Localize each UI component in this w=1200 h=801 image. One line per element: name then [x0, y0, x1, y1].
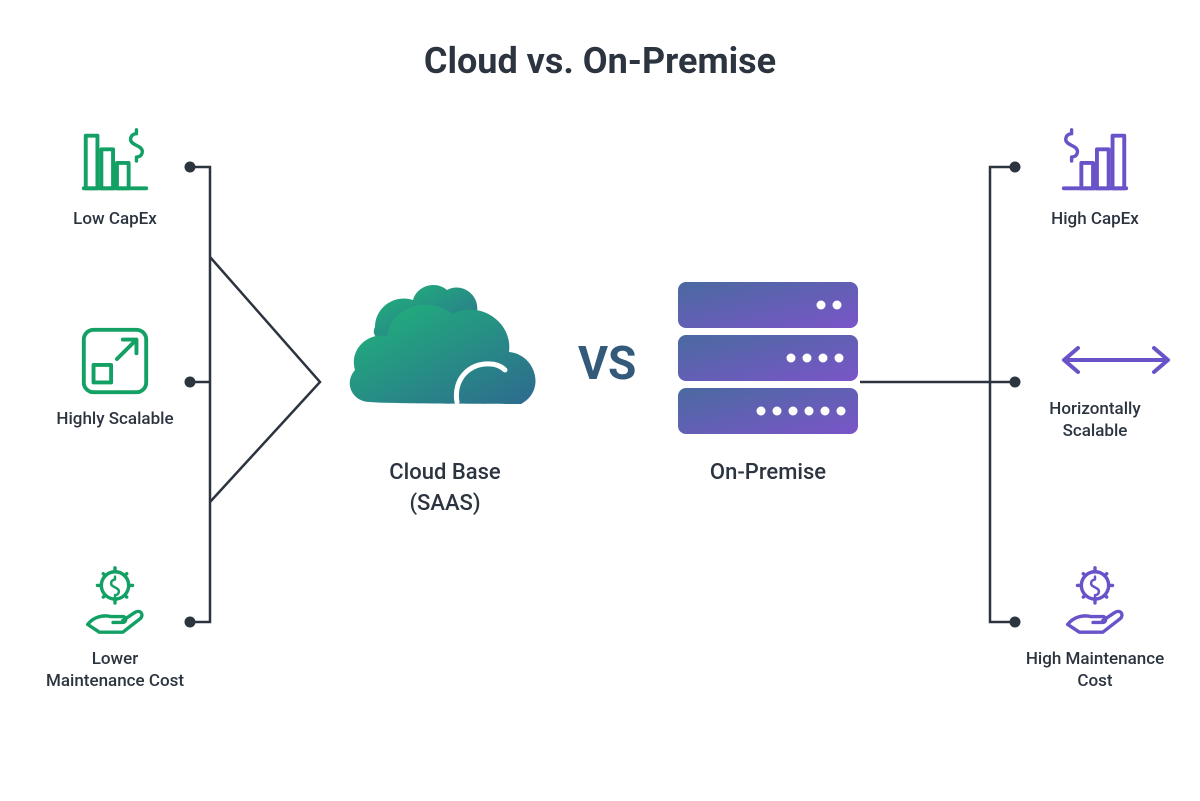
hand-gear-dollar-icon [1056, 562, 1134, 640]
expand-arrow-icon [76, 322, 154, 400]
server-stack-icon [668, 277, 868, 446]
cloud-base-item: Cloud Base (SAAS) [330, 272, 560, 520]
feature-label: Horizontally Scalable [1025, 398, 1165, 442]
hand-gear-dollar-icon [76, 562, 154, 640]
bar-chart-up-dollar-icon [1056, 122, 1134, 200]
feature-highly-scalable: Highly Scalable [45, 322, 185, 430]
bar-chart-down-dollar-icon [76, 122, 154, 200]
cloud-icon [330, 272, 560, 446]
feature-high-capex: High CapEx [1025, 122, 1165, 230]
on-premise-label: On-Premise [668, 458, 868, 489]
comparison-diagram: Low CapEx Highly Scalable [0, 82, 1200, 782]
feature-label: High Maintenance Cost [1025, 648, 1165, 692]
horizontal-arrows-icon [1056, 340, 1134, 390]
page-title: Cloud vs. On-Premise [0, 0, 1200, 82]
feature-label: Low CapEx [45, 208, 185, 230]
feature-label: Lower Maintenance Cost [45, 648, 185, 692]
cloud-base-label: Cloud Base (SAAS) [330, 458, 560, 520]
feature-horizontally-scalable: Horizontally Scalable [1025, 340, 1165, 442]
feature-lower-maintenance: Lower Maintenance Cost [45, 562, 185, 692]
on-premise-item: On-Premise [668, 277, 868, 489]
feature-low-capex: Low CapEx [45, 122, 185, 230]
vs-label: VS [578, 337, 636, 391]
feature-high-maintenance: High Maintenance Cost [1025, 562, 1165, 692]
feature-label: Highly Scalable [45, 408, 185, 430]
feature-label: High CapEx [1025, 208, 1165, 230]
